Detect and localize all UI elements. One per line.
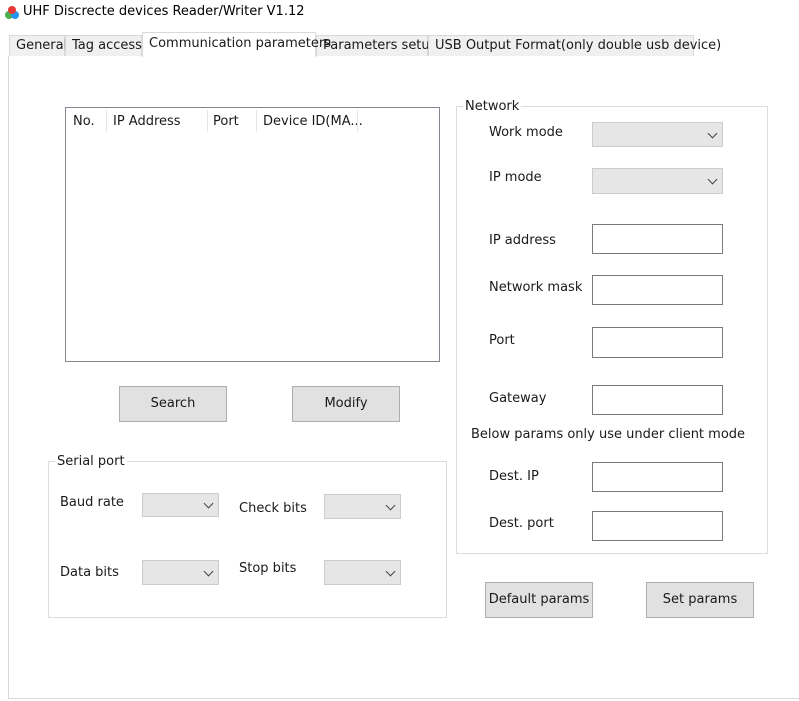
tab-communication-parameters[interactable]: Communication parameters — [142, 32, 331, 57]
column-divider[interactable] — [207, 110, 208, 132]
chevron-down-icon — [385, 566, 396, 576]
chevron-down-icon — [707, 128, 718, 138]
check-bits-select[interactable] — [324, 494, 401, 519]
window-title: UHF Discrecte devices Reader/Writer V1.1… — [23, 4, 305, 19]
column-divider[interactable] — [106, 110, 107, 132]
column-divider[interactable] — [256, 110, 257, 132]
work-mode-select[interactable] — [592, 122, 723, 147]
dest-ip-field[interactable] — [592, 462, 723, 492]
serial-port-group — [48, 461, 447, 618]
data-bits-label: Data bits — [60, 565, 119, 580]
modify-button[interactable]: Modify — [292, 386, 400, 422]
port-label: Port — [489, 333, 515, 348]
set-params-button[interactable]: Set params — [646, 582, 754, 618]
column-header-ip-address[interactable]: IP Address — [113, 112, 181, 132]
device-list[interactable]: No. IP Address Port Device ID(MA... — [65, 107, 440, 362]
ip-mode-select[interactable] — [592, 168, 723, 194]
baud-rate-select[interactable] — [142, 493, 219, 517]
network-mask-label: Network mask — [489, 280, 583, 295]
gateway-field[interactable] — [592, 385, 723, 415]
network-title: Network — [463, 99, 522, 115]
client-mode-note: Below params only use under client mode — [471, 427, 746, 442]
tab-parameters-setup[interactable]: Parameters setup — [316, 35, 438, 56]
default-params-button[interactable]: Default params — [485, 582, 593, 618]
search-button[interactable]: Search — [119, 386, 227, 422]
tab-tag-access[interactable]: Tag access — [65, 35, 142, 56]
dest-port-label: Dest. port — [489, 516, 554, 531]
tab-usb-output-format[interactable]: USB Output Format(only double usb device… — [428, 35, 721, 56]
baud-rate-label: Baud rate — [60, 495, 124, 510]
column-header-device-id[interactable]: Device ID(MA... — [263, 112, 363, 132]
title-bar: UHF Discrecte devices Reader/Writer V1.1… — [0, 0, 799, 26]
ip-mode-label: IP mode — [489, 170, 542, 185]
stop-bits-select[interactable] — [324, 560, 401, 585]
data-bits-select[interactable] — [142, 560, 219, 585]
chevron-down-icon — [707, 174, 718, 185]
work-mode-label: Work mode — [489, 125, 563, 140]
column-divider[interactable] — [357, 110, 358, 132]
tab-general[interactable]: General — [9, 35, 67, 56]
chevron-down-icon — [385, 500, 396, 510]
dest-port-field[interactable] — [592, 511, 723, 541]
gateway-label: Gateway — [489, 391, 547, 406]
serial-port-title: Serial port — [55, 454, 127, 470]
check-bits-label: Check bits — [239, 501, 307, 516]
chevron-down-icon — [203, 498, 214, 509]
port-field[interactable] — [592, 327, 723, 358]
ip-address-field[interactable] — [592, 224, 723, 254]
column-header-no[interactable]: No. — [73, 112, 95, 132]
network-mask-field[interactable] — [592, 275, 723, 305]
app-icon — [5, 6, 19, 19]
ip-address-label: IP address — [489, 233, 556, 248]
stop-bits-label: Stop bits — [239, 561, 297, 576]
chevron-down-icon — [203, 566, 214, 576]
dest-ip-label: Dest. IP — [489, 469, 539, 484]
column-header-port[interactable]: Port — [213, 112, 239, 132]
